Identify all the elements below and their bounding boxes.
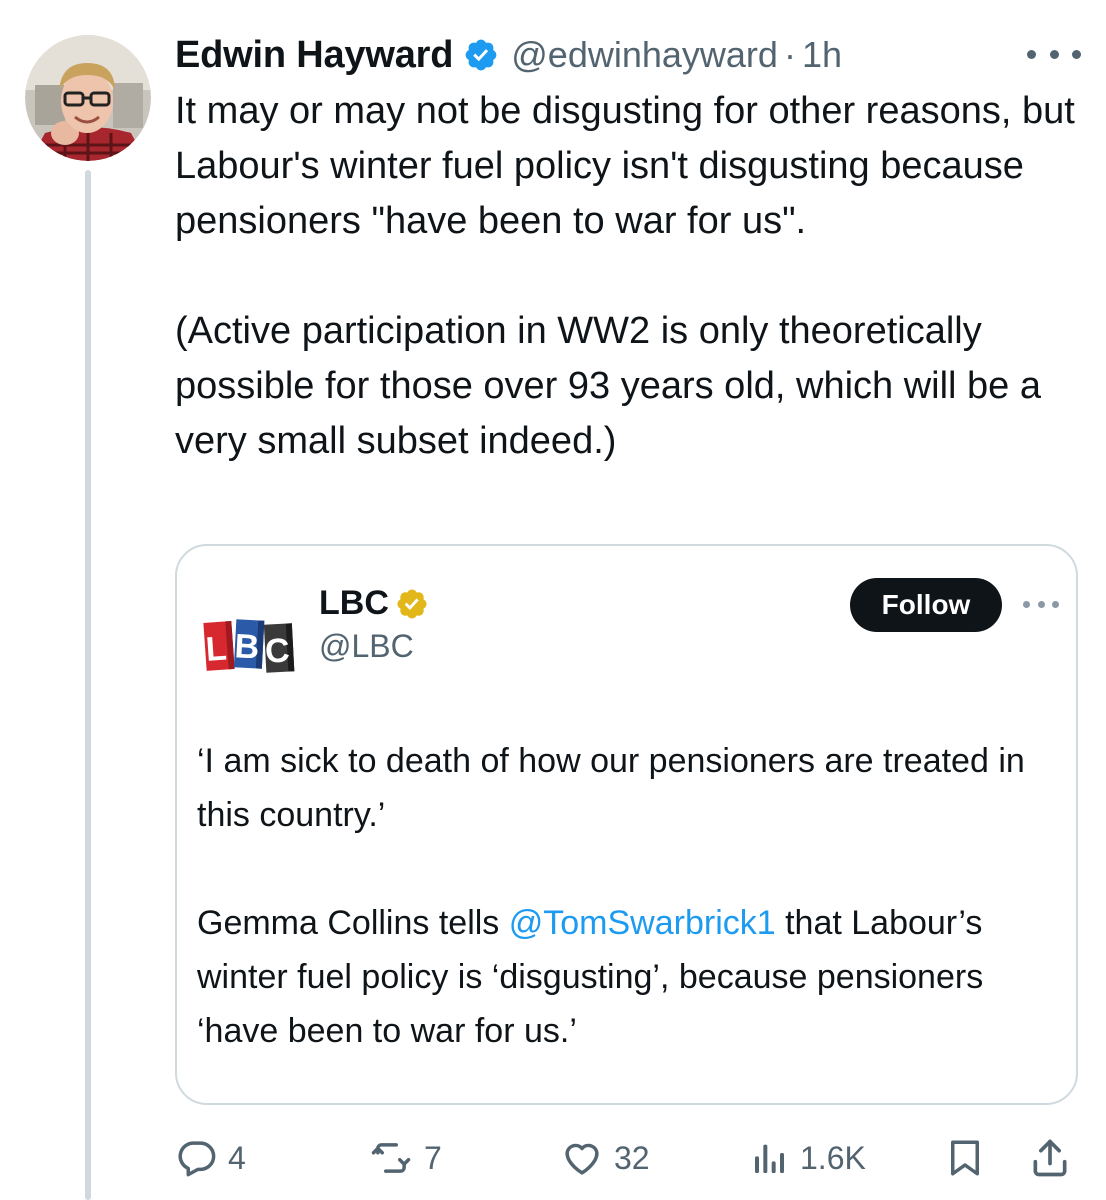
reply-button[interactable]: 4 [176, 1128, 246, 1188]
repost-icon [371, 1143, 411, 1173]
quoted-author-handle[interactable]: @LBC [319, 628, 414, 665]
views-button[interactable]: 1.6K [750, 1128, 866, 1188]
author-avatar[interactable] [25, 35, 151, 161]
svg-text:L: L [205, 629, 228, 668]
tweet-action-bar: 4 7 32 1.6K [0, 1128, 1106, 1188]
bookmark-button[interactable] [944, 1128, 986, 1188]
thread-line [85, 170, 91, 1200]
tweet-paragraph: It may or may not be disgusting for othe… [175, 90, 1075, 242]
tweet-timestamp[interactable]: 1h [802, 34, 842, 76]
quoted-text-segment: Gemma Collins tells [197, 904, 509, 942]
views-chart-icon [755, 1144, 784, 1173]
like-count: 32 [614, 1139, 650, 1176]
lbc-logo-icon: L B C [203, 598, 295, 694]
mention-link[interactable]: @TomSwarbrick1 [509, 904, 776, 942]
views-count: 1.6K [800, 1139, 866, 1176]
share-button[interactable] [1028, 1128, 1072, 1188]
quoted-paragraph: Gemma Collins tells @TomSwarbrick1 that … [197, 896, 1057, 1058]
quoted-more-options-icon[interactable] [1023, 596, 1059, 612]
tweet-paragraph: (Active participation in WW2 is only the… [175, 310, 1042, 462]
author-display-name[interactable]: Edwin Hayward [175, 34, 453, 77]
repost-count: 7 [424, 1139, 442, 1176]
user-avatar-photo-icon [25, 35, 151, 161]
follow-button[interactable]: Follow [850, 578, 1002, 632]
separator-dot: · [783, 34, 796, 75]
reply-count: 4 [228, 1139, 246, 1176]
share-icon [1033, 1139, 1067, 1177]
bookmark-icon [951, 1140, 979, 1176]
author-handle[interactable]: @edwinhayward [511, 34, 778, 76]
verified-badge-icon [463, 37, 499, 73]
reply-icon [178, 1141, 216, 1177]
more-options-icon[interactable] [1027, 34, 1081, 74]
svg-text:B: B [234, 627, 261, 666]
repost-button[interactable]: 7 [368, 1128, 442, 1188]
svg-text:C: C [264, 631, 291, 670]
tweet-header: Edwin Hayward @edwinhayward · 1h [175, 30, 1081, 80]
gold-verified-badge-icon [395, 587, 429, 621]
like-button[interactable]: 32 [560, 1128, 650, 1188]
quoted-paragraph: ‘I am sick to death of how our pensioner… [197, 742, 1025, 834]
quoted-author-name[interactable]: LBC [319, 584, 389, 623]
quoted-author-row: LBC [319, 584, 429, 623]
quoted-tweet-body: ‘I am sick to death of how our pensioner… [197, 734, 1057, 1058]
quoted-tweet-card[interactable]: L B C LBC @LBC Follow ‘I am sick to deat… [175, 544, 1078, 1105]
heart-icon [565, 1143, 599, 1175]
tweet-body: It may or may not be disgusting for othe… [175, 84, 1080, 469]
